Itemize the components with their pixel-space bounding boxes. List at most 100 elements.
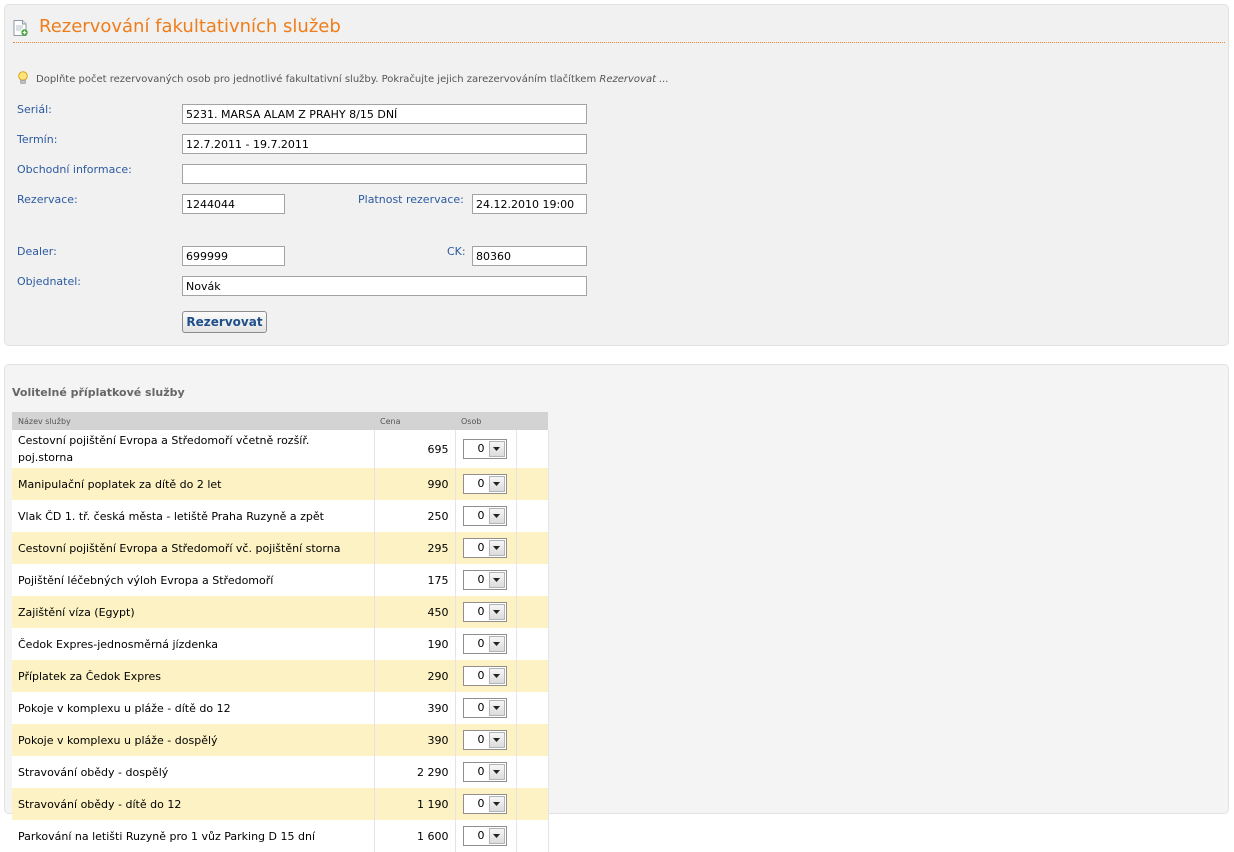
table-row: Pojištění léčebných výloh Evropa a Střed… bbox=[12, 564, 549, 596]
service-price: 450 bbox=[374, 596, 456, 628]
table-header-row: Název služby Cena Osob bbox=[12, 412, 548, 430]
osob-select[interactable]: 0 bbox=[462, 570, 507, 590]
table-row: Čedok Expres-jednosměrná jízdenka 190 0 bbox=[12, 628, 549, 660]
dropdown-arrow-icon[interactable] bbox=[488, 441, 505, 457]
osob-select[interactable]: 0 bbox=[462, 474, 507, 494]
dealer-label: Dealer: bbox=[17, 245, 57, 258]
table-row: Příplatek za Čedok Expres 290 0 bbox=[12, 660, 549, 692]
service-price: 290 bbox=[374, 660, 456, 692]
service-name: Pokoje v komplexu u pláže - dítě do 12 bbox=[12, 692, 375, 724]
osob-select[interactable]: 0 bbox=[462, 826, 507, 846]
osob-select-value: 0 bbox=[477, 541, 485, 554]
service-name: Pojištění léčebných výloh Evropa a Střed… bbox=[12, 564, 375, 596]
page-title: Rezervování fakultativních služeb bbox=[39, 16, 341, 37]
column-header-name: Název služby bbox=[12, 412, 374, 430]
service-name: Parkování na letišti Ruzyně pro 1 vůz Pa… bbox=[12, 820, 375, 852]
osob-select-value: 0 bbox=[477, 797, 485, 810]
serial-field[interactable] bbox=[182, 104, 587, 124]
row-spacer bbox=[516, 564, 549, 596]
table-row: Pokoje v komplexu u pláže - dítě do 12 39… bbox=[12, 692, 549, 724]
osob-select[interactable]: 0 bbox=[462, 666, 507, 686]
osob-select-value: 0 bbox=[477, 442, 485, 455]
dropdown-arrow-icon[interactable] bbox=[488, 604, 505, 620]
rezervovat-button[interactable]: Rezervovat bbox=[182, 311, 267, 333]
osob-select[interactable]: 0 bbox=[462, 602, 507, 622]
dropdown-arrow-icon[interactable] bbox=[488, 764, 505, 780]
hint-body: Doplňte počet rezervovaných osob pro jed… bbox=[36, 74, 600, 85]
service-osob-cell: 0 bbox=[455, 500, 517, 532]
service-osob-cell: 0 bbox=[455, 596, 517, 628]
osob-select-value: 0 bbox=[477, 509, 485, 522]
service-osob-cell: 0 bbox=[455, 564, 517, 596]
dropdown-arrow-icon[interactable] bbox=[488, 828, 505, 844]
dropdown-arrow-icon[interactable] bbox=[488, 508, 505, 524]
objednatel-field[interactable] bbox=[182, 276, 587, 296]
service-price: 1 190 bbox=[374, 788, 456, 820]
rezervace-field[interactable] bbox=[182, 194, 285, 214]
dropdown-arrow-icon[interactable] bbox=[488, 572, 505, 588]
service-name: Čedok Expres-jednosměrná jízdenka bbox=[12, 628, 375, 660]
dropdown-arrow-icon[interactable] bbox=[488, 732, 505, 748]
serial-label: Seriál: bbox=[17, 103, 52, 116]
objednatel-label: Objednatel: bbox=[17, 275, 82, 288]
osob-select-value: 0 bbox=[477, 477, 485, 490]
services-table: Název služby Cena Osob Cestovní pojištěn… bbox=[12, 412, 549, 852]
service-price: 190 bbox=[374, 628, 456, 660]
table-row: Stravování obědy - dítě do 12 1 190 0 bbox=[12, 788, 549, 820]
row-spacer bbox=[516, 430, 549, 468]
obchodni-informace-field[interactable] bbox=[182, 164, 587, 184]
rezervace-label: Rezervace: bbox=[17, 193, 78, 206]
obchodni-informace-label: Obchodní informace: bbox=[17, 163, 132, 176]
service-price: 1 600 bbox=[374, 820, 456, 852]
service-price: 175 bbox=[374, 564, 456, 596]
osob-select-value: 0 bbox=[477, 733, 485, 746]
service-price: 250 bbox=[374, 500, 456, 532]
termin-field[interactable] bbox=[182, 134, 587, 154]
osob-select[interactable]: 0 bbox=[462, 698, 507, 718]
osob-select[interactable]: 0 bbox=[462, 506, 507, 526]
dropdown-arrow-icon[interactable] bbox=[488, 540, 505, 556]
reservation-panel: Rezervování fakultativních služeb Doplňt… bbox=[4, 4, 1229, 346]
dropdown-arrow-icon[interactable] bbox=[488, 636, 505, 652]
service-name: Stravování obědy - dospělý bbox=[12, 756, 375, 788]
row-spacer bbox=[516, 500, 549, 532]
row-spacer bbox=[516, 788, 549, 820]
ck-field[interactable] bbox=[472, 246, 587, 266]
row-spacer bbox=[516, 596, 549, 628]
service-osob-cell: 0 bbox=[455, 724, 517, 756]
dropdown-arrow-icon[interactable] bbox=[488, 668, 505, 684]
table-row: Zajištění víza (Egypt) 450 0 bbox=[12, 596, 549, 628]
service-price: 295 bbox=[374, 532, 456, 564]
osob-select-value: 0 bbox=[477, 669, 485, 682]
row-spacer bbox=[516, 468, 549, 500]
platnost-rezervace-field[interactable] bbox=[472, 194, 587, 214]
osob-select[interactable]: 0 bbox=[462, 439, 507, 459]
osob-select[interactable]: 0 bbox=[462, 730, 507, 750]
osob-select[interactable]: 0 bbox=[462, 538, 507, 558]
dropdown-arrow-icon[interactable] bbox=[488, 796, 505, 812]
osob-select[interactable]: 0 bbox=[462, 634, 507, 654]
column-header-price: Cena bbox=[374, 412, 455, 430]
service-name: Cestovní pojištění Evropa a Středomoří v… bbox=[12, 532, 375, 564]
row-spacer bbox=[516, 628, 549, 660]
dropdown-arrow-icon[interactable] bbox=[488, 476, 505, 492]
osob-select-value: 0 bbox=[477, 765, 485, 778]
service-price: 2 290 bbox=[374, 756, 456, 788]
service-price: 390 bbox=[374, 724, 456, 756]
dropdown-arrow-icon[interactable] bbox=[488, 700, 505, 716]
hint-emphasis: Rezervovat ... bbox=[599, 74, 669, 85]
dealer-field[interactable] bbox=[182, 246, 285, 266]
service-price: 990 bbox=[374, 468, 456, 500]
table-row: Parkování na letišti Ruzyně pro 1 vůz Pa… bbox=[12, 820, 549, 852]
osob-select[interactable]: 0 bbox=[462, 794, 507, 814]
row-spacer bbox=[516, 660, 549, 692]
service-name: Stravování obědy - dítě do 12 bbox=[12, 788, 375, 820]
osob-select[interactable]: 0 bbox=[462, 762, 507, 782]
service-name: Příplatek za Čedok Expres bbox=[12, 660, 375, 692]
termin-label: Termín: bbox=[17, 133, 58, 146]
table-row: Pokoje v komplexu u pláže - dospělý 390 0 bbox=[12, 724, 549, 756]
lightbulb-icon bbox=[18, 71, 28, 84]
service-name: Zajištění víza (Egypt) bbox=[12, 596, 375, 628]
table-row: Cestovní pojištění Evropa a Středomoří v… bbox=[12, 532, 549, 564]
service-osob-cell: 0 bbox=[455, 532, 517, 564]
